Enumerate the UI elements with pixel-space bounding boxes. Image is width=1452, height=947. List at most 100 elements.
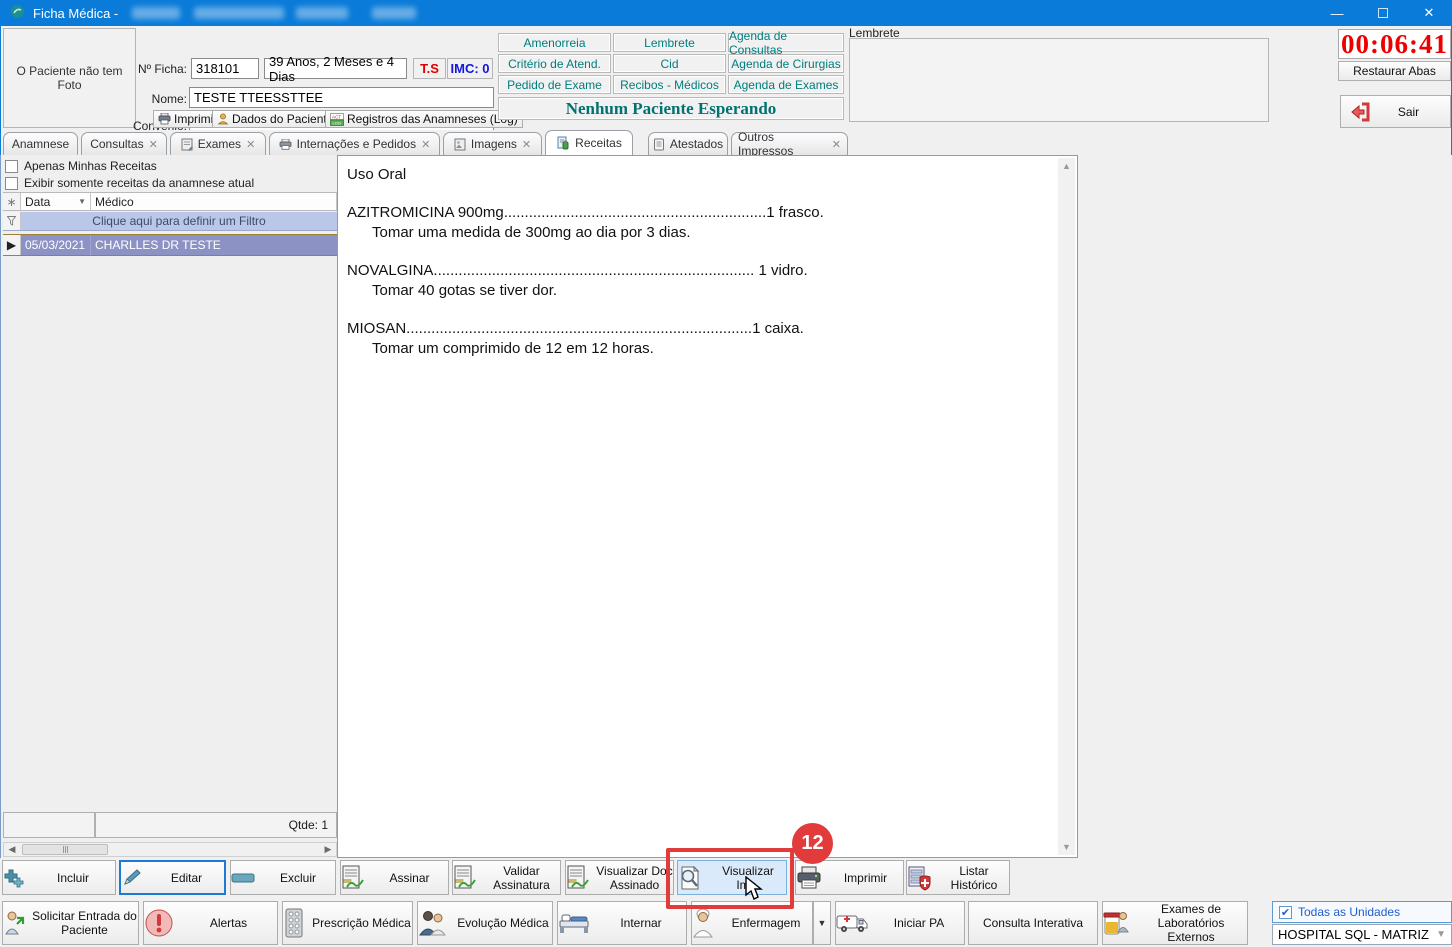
pencil-icon	[121, 868, 143, 888]
enfermagem-dropdown-arrow[interactable]: ▼	[813, 901, 831, 945]
apenas-minhas-receitas-checkbox[interactable]	[5, 160, 18, 173]
quick-button-criterio-atend[interactable]: Critério de Atend.	[498, 54, 611, 73]
annotation-highlight-rect	[666, 848, 794, 909]
ficha-field[interactable]: 318101	[191, 58, 259, 79]
tab-imagens[interactable]: Imagens✕	[443, 132, 542, 155]
imprimir-button[interactable]: Imprimir	[795, 860, 904, 895]
quick-button-pedido-exame[interactable]: Pedido de Exame	[498, 75, 611, 94]
validar-assinatura-button[interactable]: Validar Assinatura	[452, 860, 561, 895]
restaurar-abas-button[interactable]: Restaurar Abas	[1338, 61, 1451, 81]
scroll-right-icon[interactable]: ▶	[320, 844, 336, 855]
remove-icon	[231, 873, 255, 883]
assinar-button[interactable]: Assinar	[340, 860, 449, 895]
nome-field[interactable]: TESTE TTEESSTTEE	[189, 87, 494, 108]
status-left-box	[3, 812, 95, 838]
column-header-data[interactable]: Data ▼	[21, 193, 91, 210]
exibir-somente-anamnese-checkbox[interactable]	[5, 177, 18, 190]
vertical-scrollbar[interactable]: ▲ ▼	[1058, 158, 1075, 855]
sample-jar-icon	[1103, 908, 1129, 938]
sair-button[interactable]: Sair	[1340, 95, 1451, 128]
tab-exames[interactable]: Exames✕	[170, 132, 266, 155]
close-tab-icon[interactable]: ✕	[832, 138, 841, 151]
quick-button-lembrete[interactable]: Lembrete	[613, 33, 726, 52]
consulta-interativa-button[interactable]: Consulta Interativa	[968, 901, 1098, 945]
grid-header: ∗ Data ▼ Médico	[3, 192, 337, 211]
sort-arrow-icon: ▼	[78, 197, 86, 206]
annotation-step-badge: 12	[792, 823, 833, 864]
doctors-icon	[418, 909, 448, 937]
prescricao-medica-button[interactable]: Prescrição Médica	[282, 901, 413, 945]
svg-text:LOG: LOG	[333, 120, 341, 125]
todas-unidades-checkbox[interactable]: ✔	[1279, 906, 1292, 919]
funnel-icon	[3, 212, 21, 230]
grid-filter-row[interactable]: Clique aqui para definir um Filtro	[3, 212, 337, 231]
row-indicator-icon: ▶	[3, 235, 21, 255]
visualizar-doc-assinado-button[interactable]: Visualizar Doc Assinado	[565, 860, 674, 895]
apenas-minhas-receitas-label: Apenas Minhas Receitas	[24, 159, 157, 173]
notepad-icon	[181, 138, 193, 151]
pill-blister-icon	[283, 908, 305, 938]
tab-consultas[interactable]: Consultas✕	[81, 132, 167, 155]
redacted-text	[372, 7, 416, 19]
quick-button-cid[interactable]: Cid	[613, 54, 726, 73]
redacted-text	[132, 7, 180, 19]
svg-text:ACT: ACT	[332, 114, 341, 119]
patient-header-panel: O Paciente não tem Foto Nº Ficha: 318101…	[0, 26, 1452, 130]
scroll-down-icon[interactable]: ▼	[1062, 842, 1071, 852]
column-header-medico[interactable]: Médico	[91, 193, 337, 210]
tab-outros-impressos[interactable]: Outros Impressos✕	[731, 132, 848, 155]
quick-button-agenda-consultas[interactable]: Agenda de Consultas	[728, 33, 844, 52]
session-timer: 00:06:41	[1338, 29, 1451, 59]
horizontal-scrollbar[interactable]: ◀ ▶	[3, 842, 337, 857]
redacted-text	[194, 7, 284, 19]
close-tab-icon[interactable]: ✕	[522, 138, 531, 151]
solicitar-entrada-button[interactable]: Solicitar Entrada do Paciente	[2, 901, 139, 945]
evolucao-medica-button[interactable]: Evolução Médica	[417, 901, 553, 945]
tab-atestados[interactable]: Atestados	[648, 132, 728, 155]
age-field: 39 Anos, 2 Meses e 4 Dias	[264, 58, 407, 79]
imc-button[interactable]: IMC: 0	[447, 58, 493, 79]
printer-icon	[158, 113, 171, 125]
listar-historico-button[interactable]: Listar Histórico	[906, 860, 1010, 895]
iniciar-pa-button[interactable]: Iniciar PA	[835, 901, 965, 945]
exibir-somente-anamnese-label: Exibir somente receitas da anamnese atua…	[24, 176, 254, 190]
dados-paciente-button[interactable]: Dados do Paciente	[212, 110, 338, 128]
quick-button-agenda-exames[interactable]: Agenda de Exames	[728, 75, 844, 94]
minimize-button[interactable]: —	[1314, 0, 1360, 26]
grid-corner-icon: ∗	[3, 193, 21, 210]
editar-button[interactable]: Editar	[119, 860, 226, 895]
maximize-button[interactable]	[1360, 0, 1406, 26]
close-tab-icon[interactable]: ✕	[421, 138, 430, 151]
alertas-button[interactable]: Alertas	[143, 901, 278, 945]
scrollbar-thumb[interactable]	[22, 844, 108, 855]
quick-button-amenorreia[interactable]: Amenorreia	[498, 33, 611, 52]
close-tab-icon[interactable]: ✕	[149, 138, 158, 151]
ambulance-icon	[836, 910, 868, 936]
ts-button[interactable]: T.S	[413, 58, 446, 79]
lembrete-box[interactable]	[849, 38, 1269, 122]
quick-button-recibos-medicos[interactable]: Recibos - Médicos	[613, 75, 726, 94]
tab-anamnese[interactable]: Anamnese	[3, 132, 78, 155]
unidade-combobox[interactable]: HOSPITAL SQL - MATRIZ ▼	[1272, 924, 1452, 945]
signed-document-icon	[566, 865, 590, 891]
tab-receitas[interactable]: Receitas	[545, 130, 633, 155]
title-bar: Ficha Médica - — ✕	[0, 0, 1452, 26]
close-button[interactable]: ✕	[1406, 0, 1452, 26]
printer-icon	[796, 866, 822, 890]
quick-button-agenda-cirurgias[interactable]: Agenda de Cirurgias	[728, 54, 844, 73]
prescription-text: Uso Oral AZITROMICINA 900mg.............…	[347, 165, 824, 359]
close-tab-icon[interactable]: ✕	[246, 138, 255, 151]
scroll-left-icon[interactable]: ◀	[4, 844, 20, 855]
scroll-up-icon[interactable]: ▲	[1062, 161, 1071, 171]
hospital-bed-icon	[558, 911, 590, 935]
qtde-box: Qtde: 1	[95, 812, 337, 838]
excluir-button[interactable]: Excluir	[230, 860, 336, 895]
exames-lab-externos-button[interactable]: Exames de Laboratórios Externos	[1102, 901, 1248, 945]
registros-anamneses-button[interactable]: ACTLOG Registros das Anamneses (Log)	[325, 110, 523, 128]
receita-row-selected[interactable]: ▶ 05/03/2021 CHARLLES DR TESTE	[3, 234, 337, 256]
printer-icon	[279, 139, 292, 150]
nurse-icon	[692, 908, 714, 938]
tab-internacoes[interactable]: Internações e Pedidos✕	[269, 132, 440, 155]
document-icon	[653, 138, 665, 151]
incluir-button[interactable]: Incluir	[2, 860, 116, 895]
